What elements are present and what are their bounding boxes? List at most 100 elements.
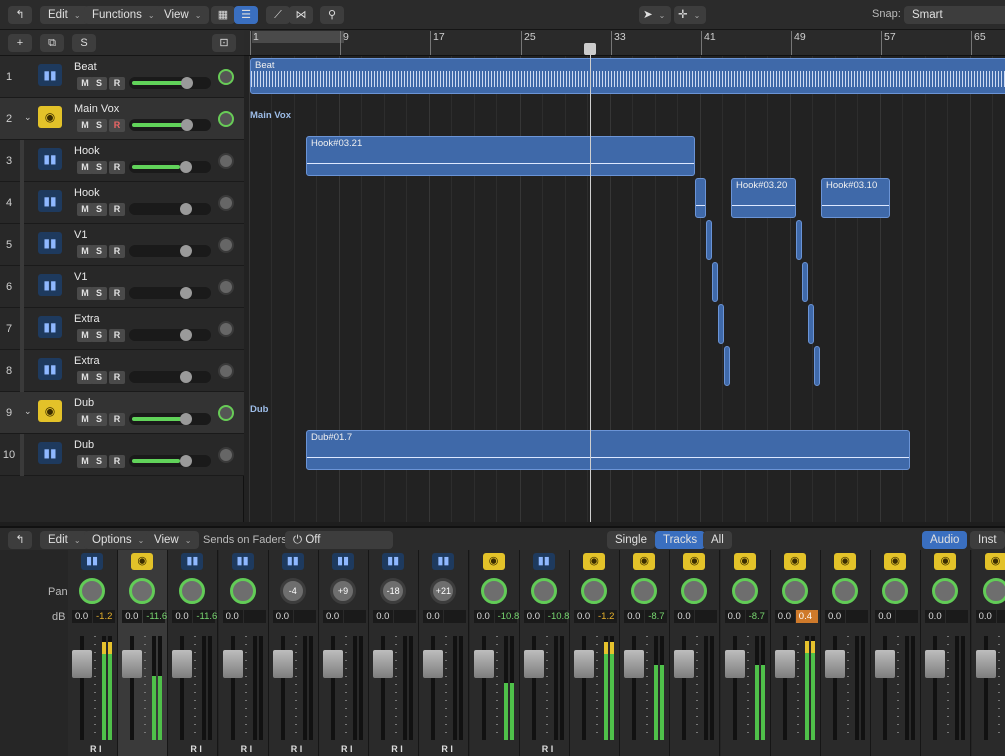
- peak-readout[interactable]: -10.8: [494, 610, 519, 623]
- volume-readout[interactable]: 0.0: [875, 610, 896, 623]
- peak-readout[interactable]: [344, 610, 366, 623]
- volume-fader[interactable]: [129, 371, 211, 383]
- audio-region[interactable]: [802, 262, 808, 302]
- peak-readout[interactable]: [293, 610, 316, 623]
- solo-button[interactable]: S: [91, 245, 107, 258]
- track-name[interactable]: Dub: [74, 397, 94, 409]
- disclosure-icon[interactable]: ⌄: [24, 112, 32, 123]
- solo-button[interactable]: S: [91, 413, 107, 426]
- track-name[interactable]: V1: [74, 271, 87, 283]
- track-row-folder[interactable]: 2 ⌄ ◉ Main Vox M S R: [0, 98, 244, 140]
- folder-region-label[interactable]: Main Vox: [250, 110, 291, 121]
- mixer-options-menu[interactable]: Options ⌄: [84, 531, 153, 549]
- volume-readout[interactable]: 0.0: [825, 610, 845, 623]
- pan-knob[interactable]: [581, 578, 607, 604]
- track-name[interactable]: V1: [74, 229, 87, 241]
- audio-region[interactable]: Hook#03.20: [731, 178, 796, 218]
- back-icon[interactable]: ↰: [8, 6, 32, 24]
- audio-region[interactable]: Hook#03.21: [306, 136, 695, 176]
- filter-inst-button[interactable]: Inst: [970, 531, 1005, 549]
- volume-fader[interactable]: [875, 650, 896, 678]
- view-tracks-button[interactable]: Tracks: [655, 531, 706, 549]
- pan-knob[interactable]: [218, 69, 234, 85]
- channel-strip[interactable]: ▮▮ +21 0.0 R I: [419, 550, 470, 756]
- record-button[interactable]: R: [109, 245, 125, 258]
- peak-readout[interactable]: -11.6: [193, 610, 217, 623]
- automation-icon[interactable]: ⟋: [266, 6, 290, 24]
- audio-region[interactable]: [695, 178, 706, 218]
- peak-readout[interactable]: -11.6: [143, 610, 167, 623]
- volume-fader[interactable]: [72, 650, 92, 678]
- peak-readout[interactable]: 0.4: [795, 610, 818, 623]
- audio-region[interactable]: [808, 304, 814, 344]
- record-input-buttons[interactable]: R I: [441, 744, 453, 754]
- audio-region[interactable]: [706, 220, 712, 260]
- audio-region[interactable]: Hook#03.10: [821, 178, 890, 218]
- pan-knob[interactable]: [218, 279, 234, 295]
- pan-knob[interactable]: [882, 578, 909, 604]
- view-single-button[interactable]: Single: [607, 531, 655, 549]
- record-button[interactable]: R: [109, 77, 125, 90]
- track-row[interactable]: 1 ▮▮ Beat M S R: [0, 56, 244, 98]
- peak-readout[interactable]: -1.2: [595, 610, 617, 623]
- catch-icon[interactable]: ⚲: [320, 6, 344, 24]
- disclosure-icon[interactable]: ⌄: [24, 406, 32, 417]
- global-solo-button[interactable]: S: [72, 34, 96, 52]
- volume-fader[interactable]: [724, 650, 745, 678]
- collapse-icon[interactable]: ⊡: [212, 34, 236, 52]
- record-input-buttons[interactable]: R I: [241, 744, 253, 754]
- track-row[interactable]: 3 ▮▮ Hook M S R: [0, 140, 244, 182]
- track-row[interactable]: 7 ▮▮ Extra M S R: [0, 308, 244, 350]
- add-track-button[interactable]: +: [8, 34, 32, 52]
- audio-region[interactable]: [712, 262, 718, 302]
- record-input-buttons[interactable]: R I: [341, 744, 353, 754]
- volume-fader[interactable]: [774, 650, 795, 678]
- volume-readout[interactable]: 0.0: [172, 610, 193, 623]
- track-row-folder[interactable]: 9 ⌄ ◉ Dub M S R: [0, 392, 244, 434]
- filter-audio-button[interactable]: Audio: [922, 531, 968, 549]
- solo-button[interactable]: S: [91, 329, 107, 342]
- peak-readout[interactable]: -10.8: [544, 610, 569, 623]
- channel-strip[interactable]: ◉ 0.0 -10.8: [469, 550, 520, 756]
- track-row[interactable]: 6 ▮▮ V1 M S R: [0, 266, 244, 308]
- view-menu[interactable]: View ⌄: [156, 6, 210, 24]
- solo-button[interactable]: S: [91, 455, 107, 468]
- volume-fader[interactable]: [272, 650, 293, 678]
- volume-fader[interactable]: [129, 119, 211, 131]
- volume-fader[interactable]: [122, 650, 143, 678]
- volume-readout[interactable]: 0.0: [624, 610, 645, 623]
- channel-strip[interactable]: ▮▮ +9 0.0 R I: [319, 550, 369, 756]
- pan-knob[interactable]: [932, 578, 959, 604]
- solo-button[interactable]: S: [91, 161, 107, 174]
- volume-readout[interactable]: 0.0: [323, 610, 343, 623]
- volume-fader[interactable]: [129, 455, 211, 467]
- track-name[interactable]: Hook: [74, 145, 100, 157]
- volume-fader[interactable]: [129, 413, 211, 425]
- pan-knob[interactable]: [982, 578, 1005, 604]
- channel-strip[interactable]: ◉ 0.0: [670, 550, 721, 756]
- cycle-range[interactable]: [252, 31, 344, 43]
- channel-strip[interactable]: ▮▮ -18 0.0 R I: [369, 550, 420, 756]
- record-button[interactable]: R: [109, 203, 125, 216]
- channel-strip[interactable]: ◉ 0.0 -11.6: [118, 550, 169, 756]
- volume-fader[interactable]: [423, 650, 444, 678]
- volume-readout[interactable]: 0.0: [523, 610, 544, 623]
- solo-button[interactable]: S: [91, 77, 107, 90]
- channel-strip[interactable]: ▮▮ -4 0.0 R I: [268, 550, 319, 756]
- volume-fader[interactable]: [523, 650, 544, 678]
- record-button[interactable]: R: [109, 119, 125, 132]
- list-view-icon[interactable]: ☰: [234, 6, 258, 24]
- record-button[interactable]: R: [109, 371, 125, 384]
- channel-strip[interactable]: ▮▮ 0.0 -11.6 R I: [168, 550, 219, 756]
- pan-knob[interactable]: [631, 578, 658, 604]
- track-name[interactable]: Extra: [74, 313, 100, 325]
- solo-button[interactable]: S: [91, 119, 107, 132]
- channel-strip[interactable]: ◉ 0.0 -8.7: [620, 550, 671, 756]
- volume-fader[interactable]: [373, 650, 394, 678]
- volume-readout[interactable]: 0.0: [774, 610, 795, 623]
- volume-fader[interactable]: [129, 203, 211, 215]
- sends-select[interactable]: ⏻ Off: [285, 531, 393, 549]
- channel-strip[interactable]: ▮▮ 0.0 -1.2 R I: [68, 550, 118, 756]
- volume-readout[interactable]: 0.0: [272, 610, 293, 623]
- playhead-handle[interactable]: [584, 43, 596, 55]
